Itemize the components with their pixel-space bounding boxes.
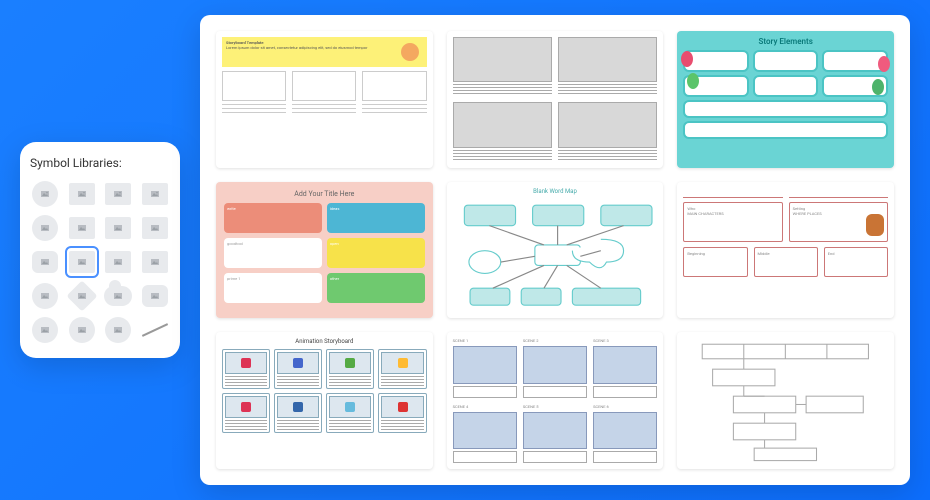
image-icon bbox=[113, 189, 123, 199]
shape-circle[interactable] bbox=[30, 180, 60, 208]
image-icon bbox=[40, 257, 50, 267]
image-icon bbox=[77, 189, 87, 199]
shape-cloud[interactable] bbox=[103, 282, 133, 310]
shape-circle-2[interactable] bbox=[30, 214, 60, 242]
shape-rounded-2[interactable] bbox=[140, 282, 170, 310]
templates-panel: Storyboard Template Lorem ipsum dolor si… bbox=[200, 15, 910, 485]
image-icon bbox=[40, 189, 50, 199]
image-icon bbox=[40, 223, 50, 233]
template-story-worksheet[interactable]: WhoMAIN CHARACTERS SettingWHERE PLACES B… bbox=[677, 182, 894, 319]
image-icon bbox=[150, 257, 160, 267]
image-icon bbox=[40, 291, 50, 301]
shape-circle-4[interactable] bbox=[30, 316, 60, 344]
shape-circle-5[interactable] bbox=[67, 316, 97, 344]
symbol-panel-title: Symbol Libraries: bbox=[30, 156, 170, 170]
template-word-map[interactable]: Blank Word Map bbox=[447, 182, 664, 319]
image-icon bbox=[77, 291, 87, 301]
shape-square-4[interactable] bbox=[67, 214, 97, 242]
balloon-icon bbox=[872, 79, 884, 95]
template-story-elements[interactable]: Story Elements bbox=[677, 31, 894, 168]
image-icon bbox=[113, 291, 123, 301]
image-icon bbox=[150, 189, 160, 199]
image-icon bbox=[113, 325, 123, 335]
shape-circle-6[interactable] bbox=[103, 316, 133, 344]
template-scene-grid[interactable]: SCENE 1 SCENE 2 SCENE 3 SCENE 4 SCENE 5 … bbox=[447, 332, 664, 469]
shape-square-8[interactable] bbox=[140, 248, 170, 276]
template-animation-storyboard[interactable]: Animation Storyboard bbox=[216, 332, 433, 469]
template-banner: Storyboard Template Lorem ipsum dolor si… bbox=[222, 37, 427, 67]
shape-square-2[interactable] bbox=[103, 180, 133, 208]
image-icon bbox=[113, 257, 123, 267]
balloon-icon bbox=[878, 56, 890, 72]
image-icon bbox=[40, 325, 50, 335]
image-icon bbox=[77, 223, 87, 233]
template-storyboard-basic[interactable]: Storyboard Template Lorem ipsum dolor si… bbox=[216, 31, 433, 168]
shape-square-6[interactable] bbox=[140, 214, 170, 242]
image-icon bbox=[77, 257, 87, 267]
image-icon bbox=[113, 223, 123, 233]
shape-square-5[interactable] bbox=[103, 214, 133, 242]
shape-square[interactable] bbox=[67, 180, 97, 208]
image-icon bbox=[77, 325, 87, 335]
shape-rounded[interactable] bbox=[30, 248, 60, 276]
owl-icon bbox=[866, 214, 884, 236]
template-comic-storyboard[interactable] bbox=[447, 31, 664, 168]
image-icon bbox=[150, 291, 160, 301]
shape-square-3[interactable] bbox=[140, 180, 170, 208]
shape-diamond[interactable] bbox=[67, 282, 97, 310]
shape-circle-3[interactable] bbox=[30, 282, 60, 310]
shape-square-7[interactable] bbox=[103, 248, 133, 276]
image-icon bbox=[150, 223, 160, 233]
symbol-grid bbox=[30, 180, 170, 344]
symbol-library-panel: Symbol Libraries: bbox=[20, 142, 180, 358]
avatar-icon bbox=[401, 43, 419, 61]
template-flowchart[interactable] bbox=[677, 332, 894, 469]
shape-square-selected[interactable] bbox=[67, 248, 97, 276]
shape-line[interactable] bbox=[140, 316, 170, 344]
template-title-cards[interactable]: Add Your Title Here write ideas goodtool… bbox=[216, 182, 433, 319]
